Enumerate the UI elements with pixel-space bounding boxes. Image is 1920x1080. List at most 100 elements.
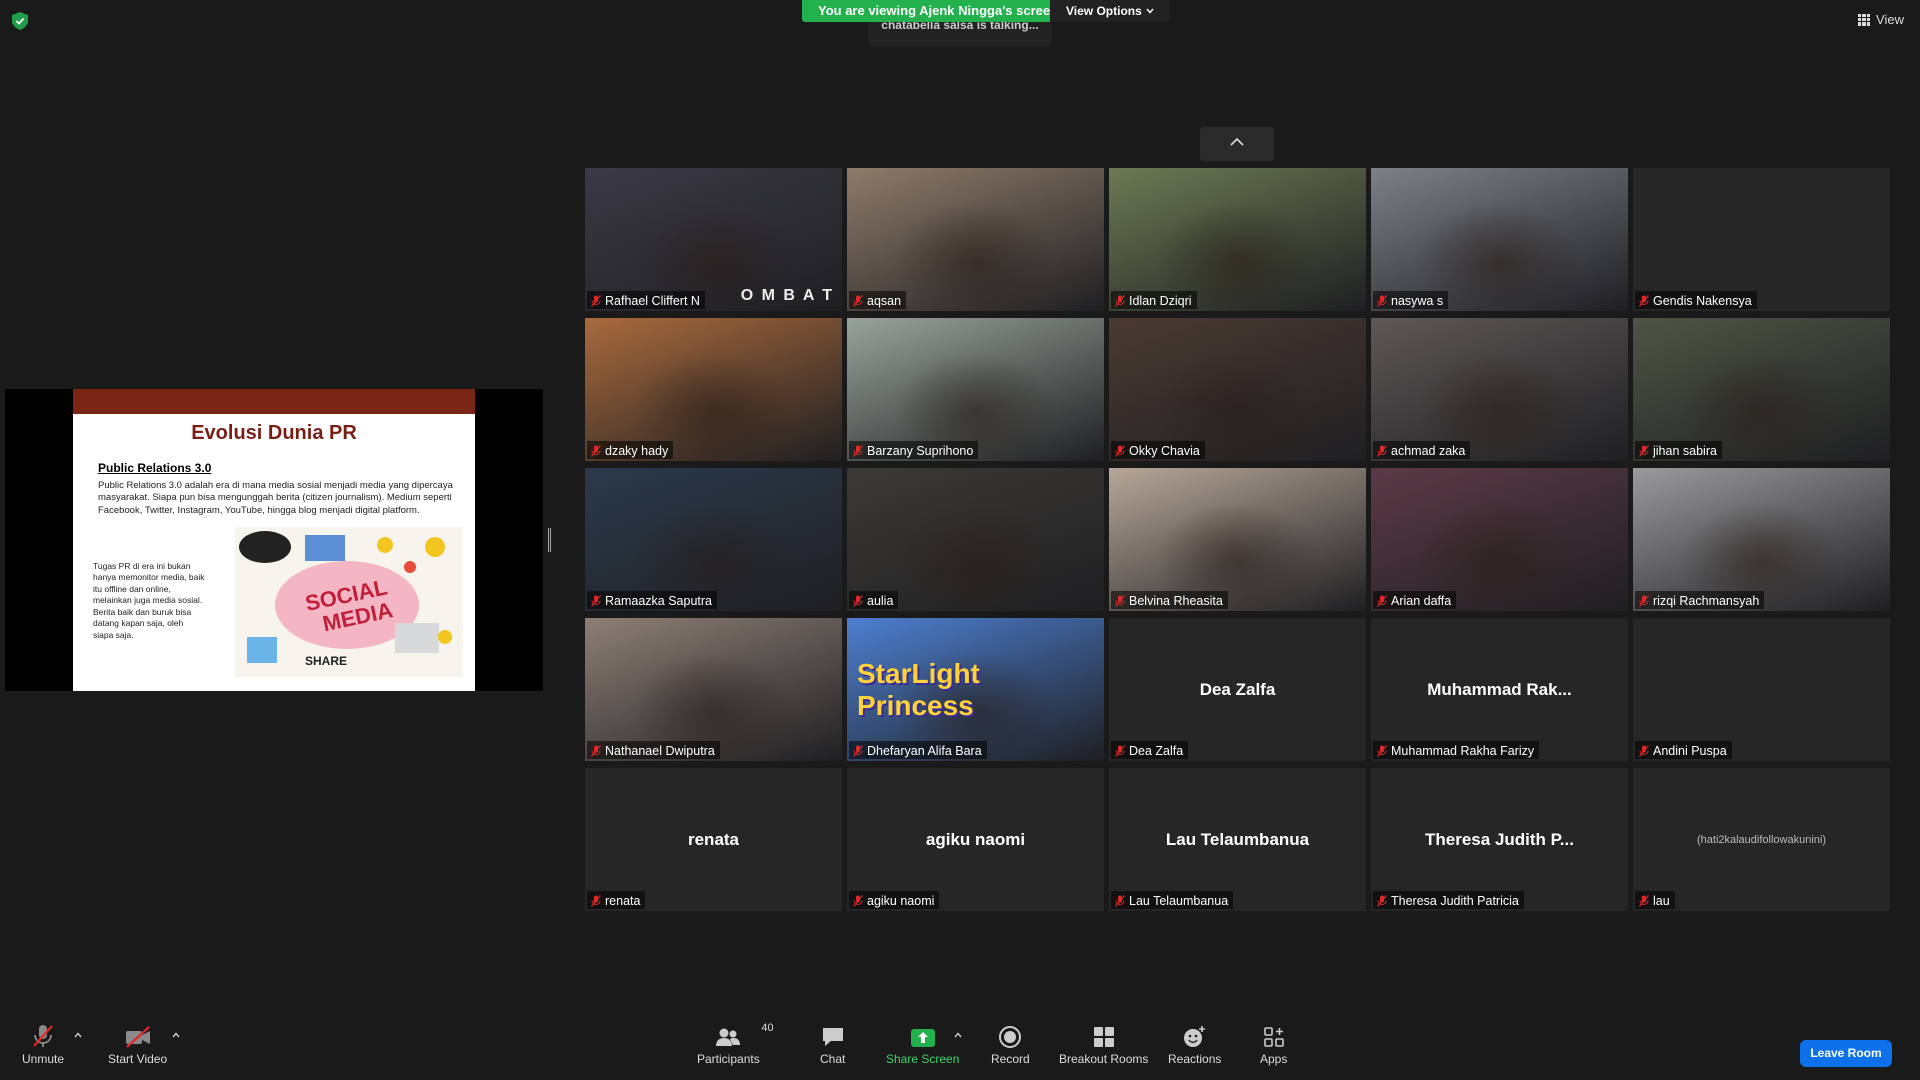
participant-tile[interactable]: rizqi Rachmansyah	[1633, 468, 1890, 611]
video-background-text: O M B A T	[740, 287, 834, 304]
shared-screen[interactable]: Evolusi Dunia PR Public Relations 3.0 Pu…	[5, 389, 543, 691]
participant-video	[1109, 168, 1366, 311]
participant-name-tag: Rafhael Cliffert N	[587, 291, 705, 309]
participant-tile[interactable]: Arian daffa	[1371, 468, 1628, 611]
participant-video	[1109, 318, 1366, 461]
participant-tile[interactable]: O M B A T Rafhael Cliffert N	[585, 168, 842, 311]
participant-name-tag: Theresa Judith Patricia	[1373, 891, 1524, 909]
participant-name-tag: renata	[587, 891, 646, 909]
participants-button[interactable]: 40 Participants	[697, 1022, 774, 1066]
view-button[interactable]: View	[1858, 12, 1904, 27]
presentation-slide: Evolusi Dunia PR Public Relations 3.0 Pu…	[73, 389, 475, 691]
participant-tile[interactable]: agiku naomi agiku naomi	[847, 768, 1104, 911]
participant-name: renata	[605, 894, 641, 908]
encryption-shield-icon[interactable]	[12, 12, 28, 30]
muted-mic-icon	[1377, 745, 1387, 757]
muted-mic-icon	[1115, 895, 1125, 907]
record-button[interactable]: Record	[991, 1024, 1030, 1066]
participant-video	[585, 318, 842, 461]
participant-name-tag: dzaky hady	[587, 441, 674, 459]
participant-tile[interactable]: Andini Puspa	[1633, 618, 1890, 761]
participant-tile[interactable]: Lau Telaumbanua Lau Telaumbanua	[1109, 768, 1366, 911]
chat-button[interactable]: Chat	[820, 1024, 845, 1066]
chevron-up-icon	[1230, 137, 1244, 146]
participant-name: achmad zaka	[1391, 444, 1466, 458]
participant-tile[interactable]: renata renata	[585, 768, 842, 911]
muted-mic-icon	[1377, 295, 1387, 307]
breakout-rooms-label: Breakout Rooms	[1059, 1052, 1149, 1066]
participant-tile[interactable]: StarLight Princess Dhefaryan Alifa Bara	[847, 618, 1104, 761]
muted-mic-icon	[1639, 895, 1649, 907]
participant-tile[interactable]: (hati2kalaudifollowakunini) lau	[1633, 768, 1890, 911]
participant-tile[interactable]: Belvina Rheasita	[1109, 468, 1366, 611]
participant-tile[interactable]: Okky Chavia	[1109, 318, 1366, 461]
viewing-screen-label: You are viewing Ajenk Ningga's screen	[802, 0, 1058, 22]
participant-name-tag: Barzany Suprihono	[849, 441, 979, 459]
participant-video	[1633, 318, 1890, 461]
muted-mic-icon	[1115, 595, 1125, 607]
participant-tile[interactable]: Muhammad Rak... Muhammad Rakha Farizy	[1371, 618, 1628, 761]
muted-mic-icon	[1115, 295, 1125, 307]
participant-name: Rafhael Cliffert N	[605, 294, 700, 308]
participant-tile[interactable]: Theresa Judith P... Theresa Judith Patric…	[1371, 768, 1628, 911]
participant-tile[interactable]: Barzany Suprihono	[847, 318, 1104, 461]
participant-name-tag: Lau Telaumbanua	[1111, 891, 1234, 909]
muted-mic-icon	[1639, 745, 1649, 757]
participant-tile[interactable]: Gendis Nakensya	[1633, 168, 1890, 311]
share-options-caret-icon[interactable]	[953, 1030, 963, 1040]
participant-name-tag: Arian daffa	[1373, 591, 1457, 609]
video-background-text: StarLight Princess	[857, 658, 980, 721]
participant-video	[585, 468, 842, 611]
participant-tile[interactable]: nasywa s	[1371, 168, 1628, 311]
muted-mic-icon	[1639, 445, 1649, 457]
video-options-caret-icon[interactable]	[171, 1030, 181, 1040]
leave-room-button[interactable]: Leave Room	[1800, 1040, 1892, 1067]
participant-video	[1633, 468, 1890, 611]
audio-options-caret-icon[interactable]	[73, 1030, 83, 1040]
unmute-button[interactable]: Unmute	[22, 1024, 64, 1066]
participant-tile[interactable]: Nathanael Dwiputra	[585, 618, 842, 761]
participant-name-tag: Dhefaryan Alifa Bara	[849, 741, 987, 759]
apps-button[interactable]: Apps	[1260, 1024, 1287, 1066]
view-label: View	[1876, 12, 1904, 27]
participant-name: nasywa s	[1391, 294, 1444, 308]
participant-name-tag: Idlan Dziqri	[1111, 291, 1197, 309]
participant-tile[interactable]: dzaky hady	[585, 318, 842, 461]
muted-mic-icon	[591, 895, 601, 907]
breakout-rooms-button[interactable]: Breakout Rooms	[1059, 1024, 1148, 1066]
participant-name-tag: jihan sabira	[1635, 441, 1722, 459]
start-video-label: Start Video	[108, 1052, 168, 1066]
reactions-icon	[1183, 1026, 1205, 1047]
muted-mic-icon	[853, 295, 863, 307]
participant-tile[interactable]: Dea Zalfa Dea Zalfa	[1109, 618, 1366, 761]
muted-mic-icon	[1377, 445, 1387, 457]
share-screen-button[interactable]: Share Screen	[886, 1024, 959, 1066]
video-off-icon	[125, 1026, 150, 1048]
view-options-button[interactable]: View Options	[1050, 0, 1170, 22]
participant-name-tag: lau	[1635, 891, 1675, 909]
muted-mic-icon	[1115, 445, 1125, 457]
participant-name: Okky Chavia	[1129, 444, 1200, 458]
reactions-button[interactable]: Reactions	[1168, 1024, 1221, 1066]
split-resize-handle[interactable]	[548, 528, 551, 552]
participant-tile[interactable]: Idlan Dziqri	[1109, 168, 1366, 311]
start-video-button[interactable]: Start Video	[108, 1024, 167, 1066]
participant-tile[interactable]: jihan sabira	[1633, 318, 1890, 461]
participant-tile[interactable]: Ramaazka Saputra	[585, 468, 842, 611]
participant-name-tag: Ramaazka Saputra	[587, 591, 718, 609]
muted-mic-icon	[853, 595, 863, 607]
hide-video-panel-button[interactable]	[1200, 127, 1274, 161]
participant-display-name: Muhammad Rak...	[1427, 679, 1572, 699]
participant-name: Theresa Judith Patricia	[1391, 894, 1519, 908]
slide-paragraph-1: Public Relations 3.0 adalah era di mana …	[98, 480, 453, 516]
participant-name-tag: agiku naomi	[849, 891, 940, 909]
participant-name-tag: Muhammad Rakha Farizy	[1373, 741, 1540, 759]
muted-mic-icon	[591, 445, 601, 457]
participant-tile[interactable]: achmad zaka	[1371, 318, 1628, 461]
participant-tile[interactable]: aqsan	[847, 168, 1104, 311]
participant-tile[interactable]: aulia	[847, 468, 1104, 611]
participant-name-tag: achmad zaka	[1373, 441, 1471, 459]
participant-name: Nathanael Dwiputra	[605, 744, 715, 758]
participant-name: Muhammad Rakha Farizy	[1391, 744, 1535, 758]
participant-video	[1633, 168, 1890, 311]
